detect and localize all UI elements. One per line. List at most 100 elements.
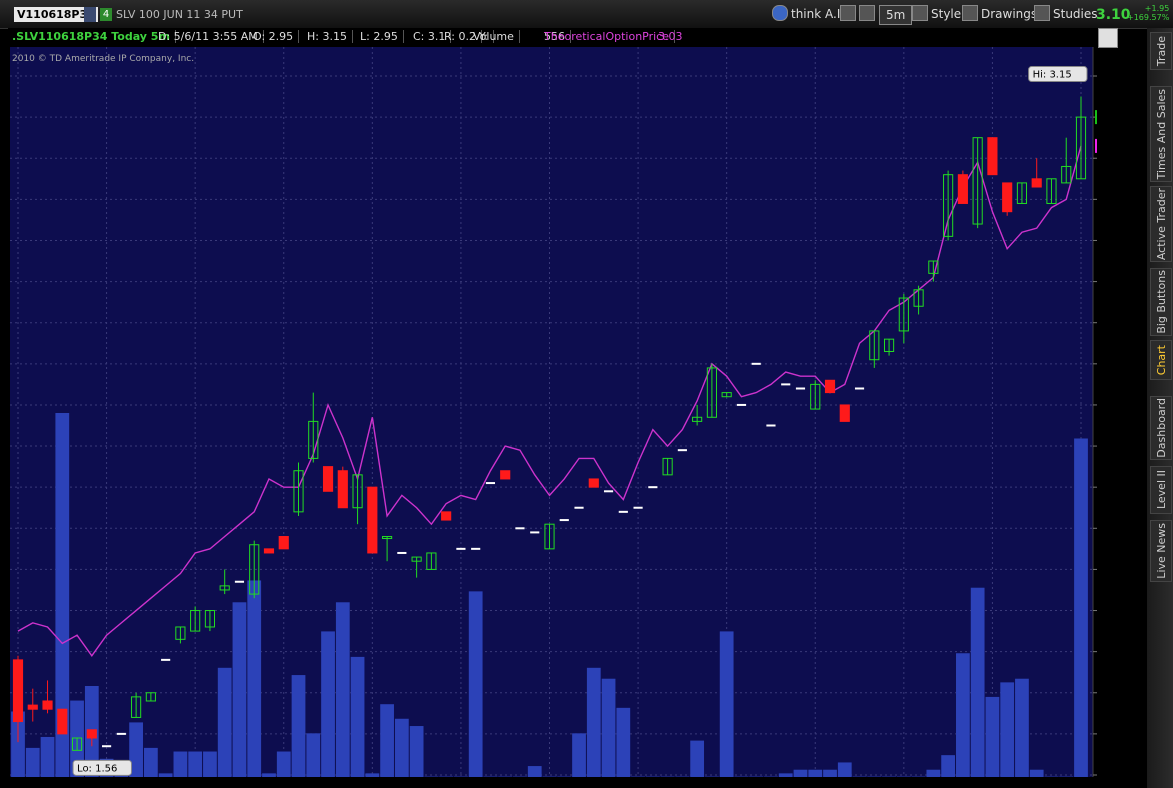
candle-down [987, 137, 998, 176]
tab-active-trader-label: Active Trader [1154, 187, 1168, 261]
drawing-tool-button[interactable] [859, 5, 878, 23]
candle-down [500, 470, 511, 480]
volume-bar [143, 747, 158, 777]
volume-bar [40, 736, 55, 777]
volume-bar [276, 751, 291, 777]
tab-chart-label: Chart [1154, 344, 1168, 376]
net-change: +1.95 [1144, 4, 1170, 13]
pencil-icon [859, 5, 875, 21]
volume-bar [956, 653, 970, 777]
tab-level-ii[interactable]: Level II [1150, 466, 1172, 514]
candle-down [588, 478, 599, 488]
volume-label: Volume [473, 30, 520, 43]
low-label: Lo: 1.56 [77, 763, 117, 774]
volume-bar [217, 667, 232, 777]
candle-down [263, 548, 275, 554]
candle-down [27, 704, 38, 710]
study-value: 3.03 [658, 30, 683, 43]
high-label: Hi: 3.15 [1033, 70, 1072, 81]
chart-info-bar: .SLV110618P34 Today 5m D: 5/6/11 3:55 AM… [8, 28, 1101, 46]
toolbar: V110618P34 4 SLV 100 JUN 11 34 PUT think… [0, 0, 1173, 29]
candle-down [957, 174, 968, 204]
candle-down [278, 536, 289, 550]
style-button[interactable]: Style [912, 5, 961, 23]
bar-open: O: 2.95 [253, 30, 300, 43]
volume-bar [1074, 438, 1088, 777]
volume-bar [365, 773, 380, 777]
candle-down [367, 486, 378, 554]
candle-down [1031, 178, 1042, 188]
bar-low: L: 2.95 [360, 30, 404, 43]
volume-bar [1000, 682, 1015, 777]
study-last-label-bg [1095, 138, 1097, 153]
tab-dashboard[interactable]: Dashboard [1150, 396, 1172, 460]
tab-times-and-sales-label: Times And Sales [1154, 88, 1168, 180]
think-ai-label: think A.I. [791, 7, 845, 21]
volume-bar [380, 704, 394, 777]
last-price: 3.10 [1096, 7, 1131, 23]
tab-trade-label: Trade [1154, 35, 1168, 67]
volume-bar [616, 707, 631, 777]
symbol-lookup-button[interactable] [84, 7, 96, 22]
volume-bar [719, 631, 734, 777]
tab-level-ii-label: Level II [1154, 470, 1168, 510]
volume-bar [247, 580, 262, 777]
tab-live-news-label: Live News [1154, 523, 1168, 579]
candle-down [57, 708, 68, 735]
bar-high: H: 3.15 [307, 30, 353, 43]
tab-live-news[interactable]: Live News [1150, 520, 1172, 582]
study-label: TheoreticalOptionPrice [544, 30, 675, 43]
chart-title: .SLV110618P34 Today 5m [12, 30, 176, 43]
volume-bar [350, 656, 365, 777]
drawings-icon [962, 5, 978, 21]
tab-active-trader[interactable]: Active Trader [1150, 186, 1172, 262]
volume-bar [572, 733, 586, 777]
copyright-text: 2010 © TD Ameritrade IP Company, Inc. [12, 54, 194, 64]
candle-down [12, 659, 24, 723]
volume-bar [985, 696, 1000, 777]
tab-times-and-sales[interactable]: Times And Sales [1150, 86, 1172, 182]
volume-bar [823, 769, 837, 777]
volume-bar [409, 726, 424, 777]
price-change: +1.95 +169.57% [1127, 4, 1169, 22]
tab-big-buttons-label: Big Buttons [1154, 270, 1168, 334]
candle-down [824, 379, 836, 394]
volume-bar [527, 766, 542, 777]
chart-area[interactable]: 1.51.61.71.81.922.12.22.32.42.52.62.72.8… [8, 47, 1097, 783]
volume-bar [808, 769, 823, 777]
volume-bar [25, 747, 40, 777]
volume-bar [601, 678, 616, 777]
volume-bar [203, 751, 217, 777]
side-tab-bar: Trade Times And Sales Active Trader Big … [1147, 28, 1173, 788]
tab-dashboard-label: Dashboard [1154, 398, 1168, 458]
style-icon [912, 5, 928, 21]
candle-down [42, 700, 53, 710]
volume-bar [321, 631, 335, 777]
drawings-label: Drawings [981, 7, 1038, 21]
link-group-badge[interactable]: 4 [100, 8, 112, 21]
volume-bar [188, 751, 203, 777]
candle-down [1002, 182, 1013, 213]
drawings-button[interactable]: Drawings [962, 5, 1037, 23]
studies-button[interactable]: Studies [1034, 5, 1098, 23]
volume-bar [793, 769, 808, 777]
tab-chart[interactable]: Chart [1150, 340, 1172, 380]
last-price-label-bg [1095, 110, 1097, 125]
volume-bar [778, 773, 793, 777]
volume-bar [291, 675, 306, 777]
volume-bar [468, 591, 483, 777]
volume-bar [335, 602, 350, 777]
interval-button[interactable]: 5m [879, 5, 913, 25]
tools-button[interactable] [840, 5, 859, 23]
candle-down [86, 729, 97, 739]
studies-label: Studies [1053, 7, 1098, 21]
price-chart[interactable]: 1.51.61.71.81.922.12.22.32.42.52.62.72.8… [8, 47, 1097, 783]
tab-trade[interactable]: Trade [1150, 32, 1172, 70]
plot-background [10, 47, 1093, 777]
expand-chart-icon[interactable] [1098, 28, 1118, 48]
volume-bar [690, 740, 705, 777]
think-ai-button[interactable]: think A.I. [772, 5, 844, 23]
volume-bar [1029, 769, 1044, 777]
tab-big-buttons[interactable]: Big Buttons [1150, 268, 1172, 336]
volume-bar [970, 587, 985, 777]
